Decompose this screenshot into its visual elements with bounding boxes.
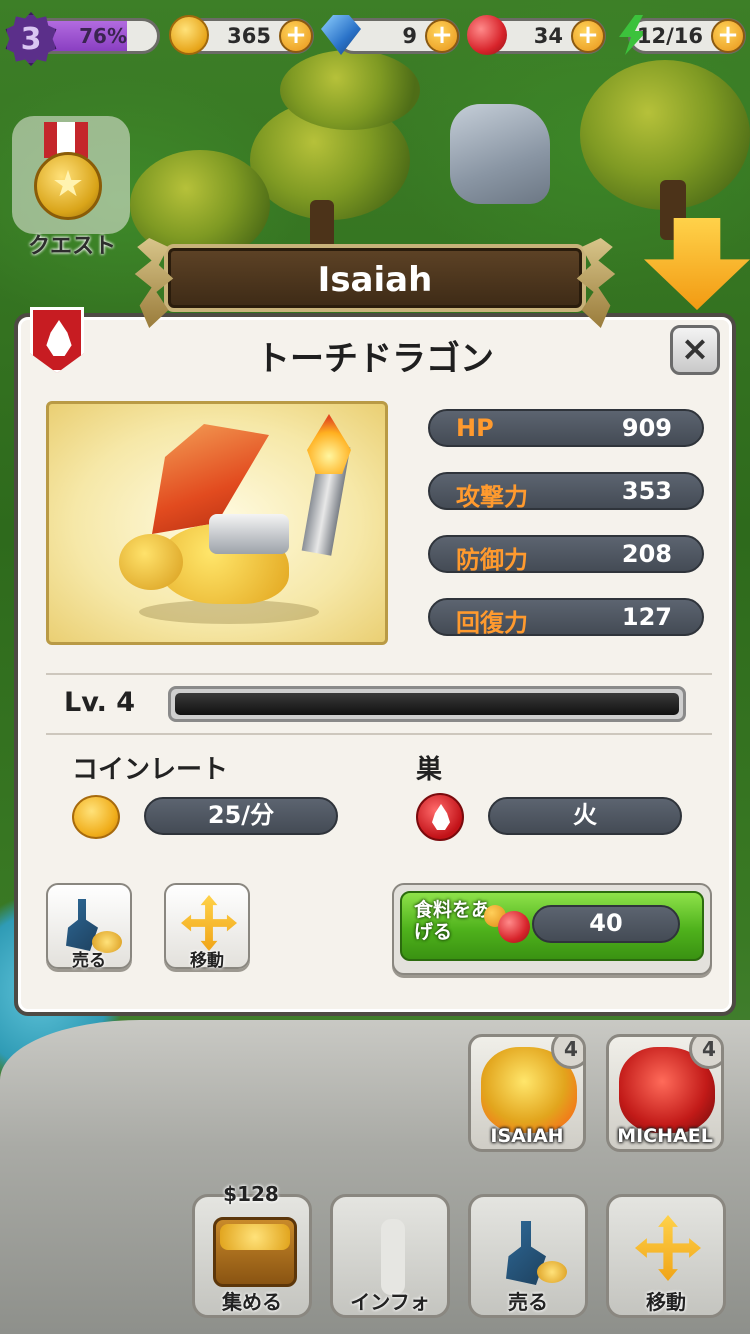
apple-icon bbox=[498, 911, 530, 943]
add-food-button[interactable]: + bbox=[571, 19, 605, 53]
gem-icon bbox=[321, 15, 361, 55]
feed-cost: 40 bbox=[532, 905, 680, 943]
level-label: Lv. 4 bbox=[64, 687, 136, 718]
move-label: 移動 bbox=[646, 1290, 686, 1314]
divider bbox=[46, 673, 712, 675]
food-icon bbox=[467, 15, 507, 55]
torch-flame-icon bbox=[307, 414, 351, 474]
move-arrows-icon bbox=[635, 1215, 701, 1281]
add-gems-button[interactable]: + bbox=[425, 19, 459, 53]
tree bbox=[280, 50, 420, 130]
info-icon bbox=[381, 1219, 405, 1295]
stat-value: 208 bbox=[621, 540, 672, 568]
close-button[interactable]: × bbox=[670, 325, 720, 375]
food-counter[interactable]: 34 + bbox=[467, 15, 606, 55]
stat-defense: 防御力 208 bbox=[428, 535, 704, 574]
dragon-name-banner[interactable]: Isaiah bbox=[164, 244, 586, 312]
quest-label: クエスト bbox=[27, 234, 116, 259]
dragon-card-name: ISAIAH bbox=[490, 1125, 564, 1147]
rock bbox=[450, 104, 550, 204]
dragon-armor bbox=[209, 514, 289, 554]
nest-value: 火 bbox=[488, 797, 682, 835]
gem-counter[interactable]: 9 + bbox=[321, 15, 460, 55]
xp-percent: 76% bbox=[79, 24, 127, 48]
medal-icon: ★ bbox=[34, 152, 102, 220]
gold-icon bbox=[537, 1261, 567, 1283]
move-button[interactable]: 移動 bbox=[164, 883, 250, 971]
stat-label: 防御力 bbox=[456, 546, 528, 574]
nest-label: 巣 bbox=[416, 755, 443, 785]
coin-rate-value: 25/分 bbox=[144, 797, 338, 835]
fire-icon bbox=[432, 804, 450, 830]
dragon-portrait bbox=[46, 401, 388, 645]
collect-amount: $128 bbox=[223, 1182, 279, 1206]
stat-value: 909 bbox=[621, 414, 672, 442]
level-progress-track bbox=[175, 693, 679, 715]
stat-recovery: 回復力 127 bbox=[428, 598, 704, 637]
move-label: 移動 bbox=[190, 951, 224, 971]
dragon-info-panel: トーチドラゴン × HP 909 攻撃力 353 防御力 208 回復力 127… bbox=[14, 307, 736, 1016]
sell-button[interactable]: 売る bbox=[46, 883, 132, 971]
feed-label: 食料をあげる bbox=[414, 899, 491, 943]
stat-value: 353 bbox=[621, 477, 672, 505]
dragon-card-michael[interactable]: 4 MICHAEL bbox=[606, 1034, 724, 1152]
add-energy-button[interactable]: + bbox=[711, 19, 745, 53]
stat-hp: HP 909 bbox=[428, 409, 704, 447]
treasure-chest-icon bbox=[213, 1217, 297, 1287]
dragon-name: Isaiah bbox=[317, 260, 433, 300]
stat-label: 回復力 bbox=[456, 609, 528, 637]
coin-counter[interactable]: 365 + bbox=[169, 15, 314, 55]
divider bbox=[46, 733, 712, 735]
add-coins-button[interactable]: + bbox=[279, 19, 313, 53]
stat-value: 127 bbox=[621, 603, 672, 631]
tree-trunk bbox=[310, 200, 334, 250]
dragon-species: トーチドラゴン bbox=[256, 339, 494, 379]
info-button[interactable]: インフォ bbox=[330, 1194, 450, 1318]
energy-counter[interactable]: 12/16 + bbox=[619, 15, 746, 55]
move-arrows-icon bbox=[181, 895, 237, 951]
stat-label: 攻撃力 bbox=[456, 483, 528, 511]
dragon-card-isaiah[interactable]: 4 ISAIAH bbox=[468, 1034, 586, 1152]
info-label: インフォ bbox=[350, 1290, 430, 1314]
coin-value: 365 bbox=[227, 24, 271, 48]
quest-button[interactable]: ★ クエスト bbox=[12, 110, 132, 259]
gem-value: 9 bbox=[402, 24, 417, 48]
energy-value: 12/16 bbox=[636, 24, 703, 48]
coin-icon bbox=[169, 15, 209, 55]
move-action-button[interactable]: 移動 bbox=[606, 1194, 726, 1318]
dragon-card-name: MICHAEL bbox=[617, 1125, 713, 1147]
coin-rate-label: コインレート bbox=[72, 755, 229, 785]
stat-attack: 攻撃力 353 bbox=[428, 472, 704, 511]
stat-label: HP bbox=[456, 414, 494, 442]
sell-action-button[interactable]: 売る bbox=[468, 1194, 588, 1318]
collect-button[interactable]: 集める bbox=[192, 1194, 312, 1318]
dragon-head bbox=[119, 534, 183, 590]
top-hud: 76% 3 365 + 9 + 34 + 12/16 + bbox=[0, 10, 750, 66]
feed-button-face: 食料をあげる 40 bbox=[400, 891, 704, 961]
level-progress-bar bbox=[168, 686, 686, 722]
coin-icon bbox=[72, 795, 120, 839]
fire-nest-icon bbox=[416, 793, 464, 841]
sell-label: 売る bbox=[72, 951, 106, 971]
food-value: 34 bbox=[533, 24, 563, 48]
collect-label: 集める bbox=[222, 1290, 282, 1314]
feed-button[interactable]: 食料をあげる 40 bbox=[392, 883, 712, 975]
sell-label: 売る bbox=[508, 1290, 548, 1314]
